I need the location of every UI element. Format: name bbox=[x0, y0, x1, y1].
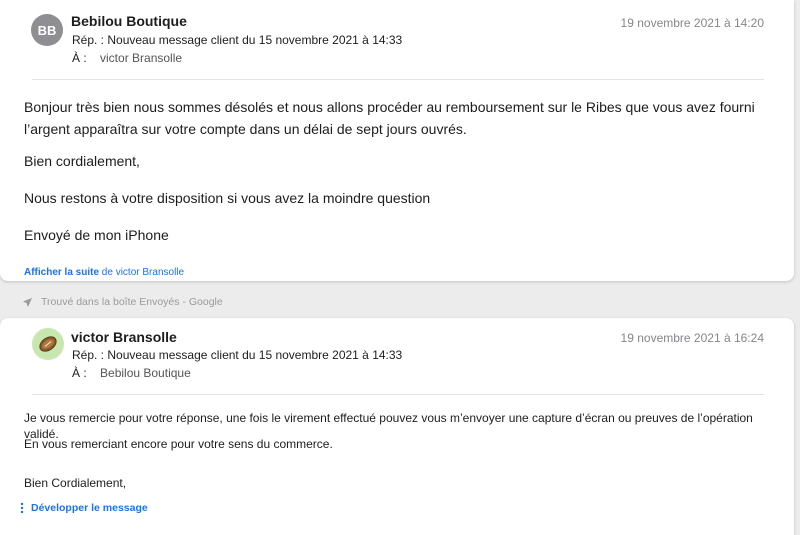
sender-name: Bebilou Boutique bbox=[71, 13, 187, 29]
recipient-name[interactable]: Bebilou Boutique bbox=[100, 366, 191, 380]
football-avatar-icon bbox=[32, 328, 64, 360]
to-label: À : bbox=[72, 366, 87, 380]
show-more-link[interactable]: Afficher la suite de victor Bransolle bbox=[24, 267, 184, 278]
body-paragraph: En vous remerciant encore pour votre sen… bbox=[24, 437, 333, 451]
show-more-label[interactable]: Afficher la suite bbox=[24, 267, 99, 278]
message-date: 19 novembre 2021 à 16:24 bbox=[620, 331, 764, 345]
sender-avatar: BB bbox=[31, 14, 63, 46]
body-paragraph: Bien cordialement, bbox=[24, 153, 140, 169]
more-vertical-icon bbox=[20, 502, 24, 514]
recipient-row: À : victor Bransolle bbox=[72, 51, 182, 65]
found-in-label: Trouvé dans la boîte Envoyés - Google bbox=[41, 296, 223, 308]
recipient-row: À : Bebilou Boutique bbox=[72, 366, 191, 380]
body-paragraph: Nous restons à votre disposition si vous… bbox=[24, 190, 431, 206]
avatar-initials: BB bbox=[37, 22, 57, 38]
recipient-name[interactable]: victor Bransolle bbox=[100, 51, 182, 65]
header-divider bbox=[32, 79, 764, 80]
body-paragraph: Bien Cordialement, bbox=[24, 476, 127, 490]
to-label: À : bbox=[72, 51, 87, 65]
body-paragraph: Bonjour très bien nous sommes désolés et… bbox=[24, 99, 755, 137]
sender-name: victor Bransolle bbox=[71, 329, 177, 345]
header-divider bbox=[32, 394, 764, 395]
message-date: 19 novembre 2021 à 14:20 bbox=[620, 16, 764, 30]
message-card-1[interactable]: BB Bebilou Boutique 19 novembre 2021 à 1… bbox=[0, 0, 794, 281]
body-paragraph: Envoyé de mon iPhone bbox=[24, 227, 169, 243]
message-subject: Rép. : Nouveau message client du 15 nove… bbox=[72, 33, 403, 47]
send-arrow-icon bbox=[23, 297, 32, 307]
show-more-suffix: de victor Bransolle bbox=[99, 267, 185, 278]
expand-message-button[interactable]: Développer le message bbox=[20, 502, 148, 514]
expand-message-label[interactable]: Développer le message bbox=[31, 502, 148, 514]
found-in-row: Trouvé dans la boîte Envoyés - Google bbox=[22, 296, 223, 308]
message-subject: Rép. : Nouveau message client du 15 nove… bbox=[72, 348, 403, 362]
